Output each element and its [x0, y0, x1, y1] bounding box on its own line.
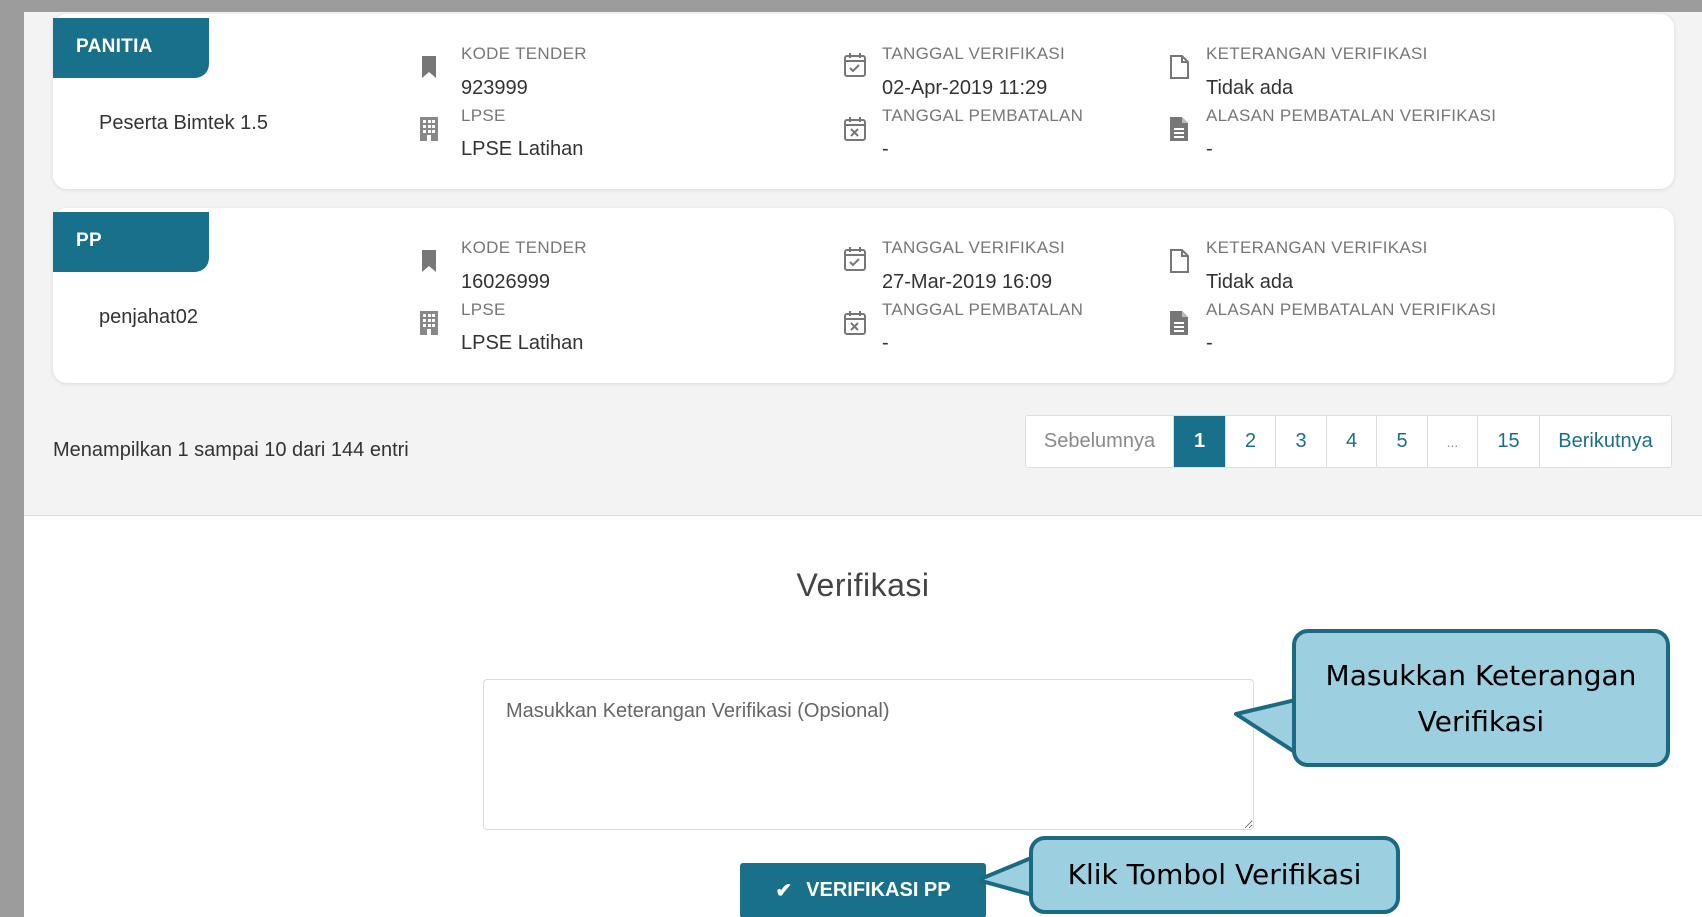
alasan-label: ALASAN PEMBATALAN VERIFIKASI [1206, 300, 1497, 319]
member-name: Peserta Bimtek 1.5 [99, 112, 268, 134]
check-icon: ✔ [775, 880, 793, 902]
lpse-label: LPSE [461, 106, 506, 125]
textarea-hint-callout: Masukkan Keterangan Verifikasi [1292, 629, 1670, 767]
kode-tender-value: 923999 [461, 77, 528, 99]
building-icon [417, 116, 441, 142]
keterangan-value: Tidak ada [1206, 271, 1294, 293]
kode-tender-label: KODE TENDER [461, 44, 587, 63]
page-button[interactable]: 1 [1174, 416, 1226, 467]
alasan-label: ALASAN PEMBATALAN VERIFIKASI [1206, 106, 1497, 125]
prev-page-button[interactable]: Sebelumnya [1026, 416, 1174, 467]
member-name: penjahat02 [99, 306, 198, 328]
document-filled-icon [1167, 310, 1191, 336]
lpse-label: LPSE [461, 300, 506, 319]
alasan-value: - [1206, 138, 1213, 160]
alasan-value: - [1206, 332, 1213, 354]
kode-tender-label: KODE TENDER [461, 238, 587, 257]
page-button[interactable]: 2 [1226, 416, 1276, 467]
page-button[interactable]: 15 [1478, 416, 1540, 467]
lpse-value: LPSE Latihan [461, 138, 584, 160]
tgl-pembatalan-value: - [882, 138, 889, 160]
pagination: Sebelumnya 1 2 3 4 5 ... 15 Berikutnya [1025, 415, 1672, 468]
keterangan-value: Tidak ada [1206, 77, 1294, 99]
tgl-verifikasi-label: TANGGAL VERIFIKASI [882, 44, 1065, 63]
page-button[interactable]: 5 [1377, 416, 1428, 467]
tgl-verifikasi-label: TANGGAL VERIFIKASI [882, 238, 1065, 257]
calendar-x-icon [843, 310, 867, 336]
keterangan-label: KETERANGAN VERIFIKASI [1206, 238, 1428, 257]
calendar-x-icon [843, 116, 867, 142]
keterangan-label: KETERANGAN VERIFIKASI [1206, 44, 1428, 63]
lpse-value: LPSE Latihan [461, 332, 584, 354]
callout-text-line: Masukkan Keterangan [1325, 659, 1637, 692]
callout-pointer [978, 854, 1036, 898]
button-hint-callout: Klik Tombol Verifikasi [1029, 836, 1400, 914]
calendar-check-icon [843, 52, 867, 78]
kode-tender-value: 16026999 [461, 271, 550, 293]
page-button[interactable]: 4 [1327, 416, 1377, 467]
document-outline-icon [1167, 248, 1191, 274]
next-page-button[interactable]: Berikutnya [1540, 416, 1671, 467]
page-button[interactable]: 3 [1276, 416, 1327, 467]
bookmark-icon [417, 54, 441, 80]
bookmark-icon [417, 248, 441, 274]
document-outline-icon [1167, 54, 1191, 80]
document-filled-icon [1167, 116, 1191, 142]
verification-card: PANITIA Peserta Bimtek 1.5 KODE TENDER 9… [53, 14, 1674, 189]
page: PANITIA Peserta Bimtek 1.5 KODE TENDER 9… [24, 12, 1702, 917]
building-icon [417, 310, 441, 336]
verification-note-textarea[interactable] [483, 679, 1254, 830]
page-ellipsis: ... [1428, 416, 1478, 467]
verify-button-label: VERIFIKASI PP [806, 879, 951, 901]
tgl-verifikasi-value: 27-Mar-2019 16:09 [882, 271, 1053, 293]
tgl-pembatalan-label: TANGGAL PEMBATALAN [882, 106, 1084, 125]
verify-pp-button[interactable]: ✔ VERIFIKASI PP [740, 863, 986, 917]
callout-text-line: Verifikasi [1417, 705, 1545, 738]
entries-info: Menampilkan 1 sampai 10 dari 144 entri [53, 439, 409, 461]
verification-heading: Verifikasi [796, 567, 930, 603]
role-tab: PANITIA [53, 18, 209, 78]
tgl-pembatalan-value: - [882, 332, 889, 354]
role-tab: PP [53, 212, 209, 272]
tgl-pembatalan-label: TANGGAL PEMBATALAN [882, 300, 1084, 319]
tgl-verifikasi-value: 02-Apr-2019 11:29 [882, 77, 1048, 99]
calendar-check-icon [843, 246, 867, 272]
verification-card: PP penjahat02 KODE TENDER 16026999 LPSE … [53, 208, 1674, 383]
